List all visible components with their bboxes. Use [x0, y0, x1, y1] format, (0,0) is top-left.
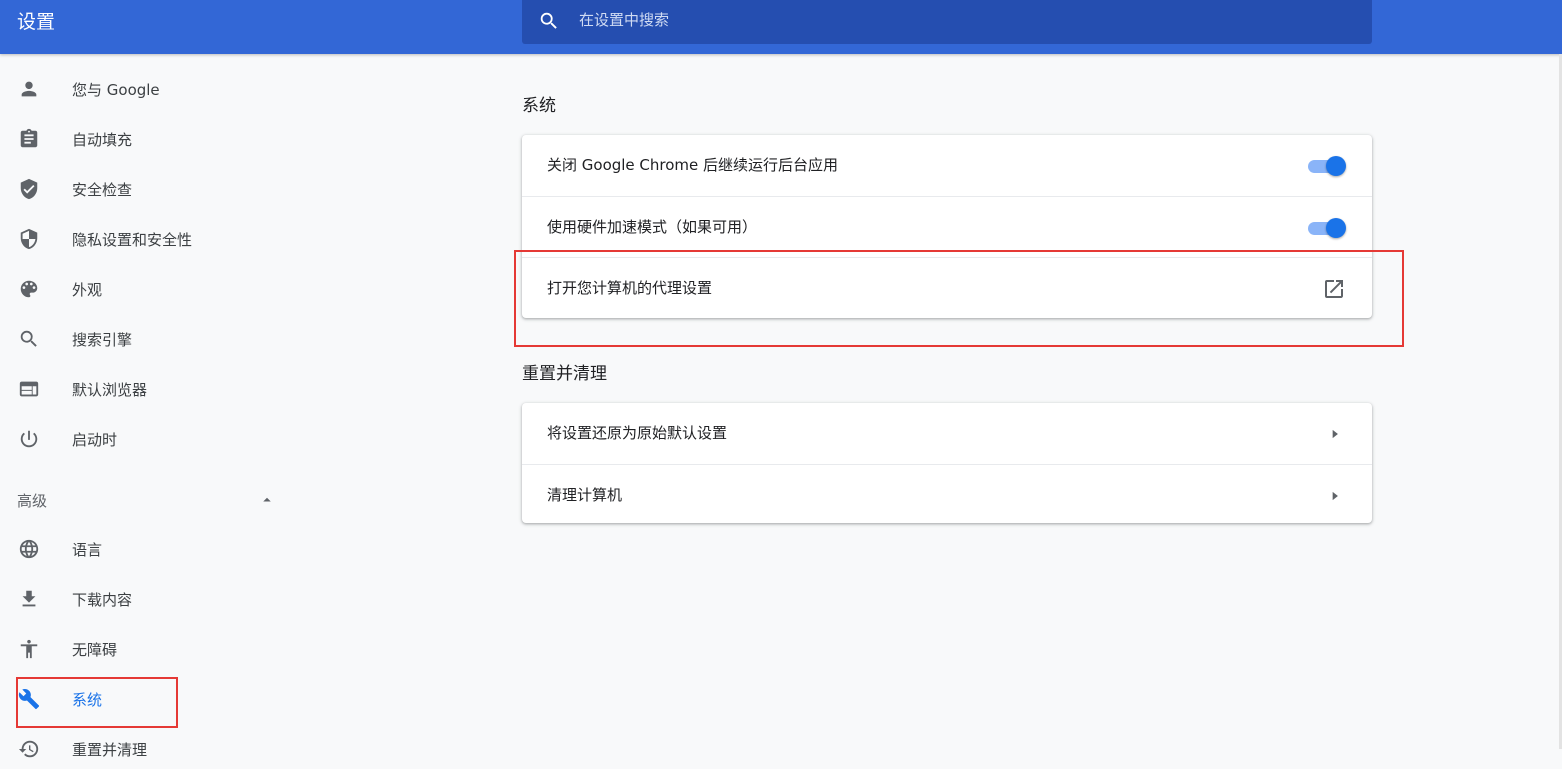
- sidebar-item-label: 外观: [72, 281, 103, 299]
- sidebar-item-label: 语言: [72, 541, 103, 559]
- sidebar-item-label: 无障碍: [72, 641, 118, 659]
- search-icon: [540, 12, 557, 29]
- proxy-settings-row[interactable]: 打开您计算机的代理设置: [522, 257, 1372, 319]
- sidebar-item-downloads[interactable]: 下载内容: [0, 579, 300, 619]
- sidebar-item-label: 系统: [72, 691, 103, 709]
- row-label: 关闭 Google Chrome 后继续运行后台应用: [547, 156, 839, 174]
- toolbar: 设置: [0, 0, 1562, 54]
- accessibility-icon: [20, 639, 38, 659]
- sidebar-item-label: 您与 Google: [72, 81, 160, 99]
- sidebar-item-safety-check[interactable]: 安全检查: [0, 169, 300, 209]
- sidebar-item-autofill[interactable]: 自动填充: [0, 119, 300, 159]
- row-label: 将设置还原为原始默认设置: [547, 424, 728, 442]
- wrench-icon: [18, 689, 40, 710]
- clipboard-icon: [20, 128, 38, 148]
- sidebar-item-search-engine[interactable]: 搜索引擎: [0, 319, 300, 359]
- arrow-right-icon: [1332, 429, 1338, 439]
- background-apps-row[interactable]: 关闭 Google Chrome 后继续运行后台应用: [522, 135, 1372, 196]
- palette-icon: [20, 280, 38, 298]
- sidebar-item-label: 启动时: [72, 431, 118, 449]
- sidebar-item-reset[interactable]: 重置并清理: [0, 729, 300, 769]
- cleanup-computer-row[interactable]: 清理计算机: [522, 464, 1372, 526]
- sidebar-item-you-and-google[interactable]: 您与 Google: [0, 69, 300, 109]
- hardware-acceleration-row[interactable]: 使用硬件加速模式（如果可用）: [522, 196, 1372, 258]
- advanced-section-label[interactable]: 高级: [17, 490, 47, 511]
- sidebar-item-appearance[interactable]: 外观: [0, 269, 300, 309]
- sidebar-item-languages[interactable]: 语言: [0, 529, 300, 569]
- search-box[interactable]: [522, 0, 1372, 44]
- sidebar-item-label: 搜索引擎: [72, 331, 133, 349]
- sidebar-item-label: 自动填充: [72, 131, 133, 149]
- open-in-new-icon[interactable]: [1322, 277, 1346, 301]
- search-input[interactable]: [579, 9, 1279, 31]
- sidebar-item-label: 下载内容: [72, 591, 133, 609]
- sidebar: 您与 Google 自动填充 安全检查 隐私设置和安全性 外观 搜索引擎 默认浏…: [0, 54, 300, 759]
- arrow-right-icon: [1332, 491, 1338, 501]
- caret-up-icon[interactable]: [258, 491, 276, 509]
- system-section-title: 系统: [522, 96, 556, 116]
- reset-icon: [18, 740, 39, 758]
- download-icon: [22, 590, 36, 607]
- reset-section-title: 重置并清理: [522, 364, 607, 384]
- search-icon: [20, 330, 37, 347]
- sidebar-item-label: 隐私设置和安全性: [72, 231, 193, 249]
- globe-icon: [19, 539, 39, 559]
- row-label: 清理计算机: [547, 486, 623, 504]
- sidebar-item-privacy[interactable]: 隐私设置和安全性: [0, 219, 300, 259]
- sidebar-item-default-browser[interactable]: 默认浏览器: [0, 369, 300, 409]
- power-icon: [20, 430, 38, 448]
- sidebar-item-label: 默认浏览器: [72, 381, 148, 399]
- sidebar-item-on-startup[interactable]: 启动时: [0, 419, 300, 459]
- browser-icon: [19, 381, 39, 397]
- system-card: 关闭 Google Chrome 后继续运行后台应用 使用硬件加速模式（如果可用…: [522, 135, 1372, 318]
- sidebar-item-label: 安全检查: [72, 181, 133, 199]
- row-label: 使用硬件加速模式（如果可用）: [547, 218, 758, 236]
- hardware-acceleration-toggle[interactable]: [1308, 217, 1346, 239]
- sidebar-item-accessibility[interactable]: 无障碍: [0, 629, 300, 669]
- background-apps-toggle[interactable]: [1308, 155, 1346, 177]
- sidebar-item-label: 重置并清理: [72, 741, 148, 759]
- shield-check-icon: [20, 178, 38, 200]
- reset-card: 将设置还原为原始默认设置 清理计算机: [522, 403, 1372, 523]
- sidebar-item-system[interactable]: 系统: [0, 679, 300, 719]
- page-title: 设置: [17, 11, 56, 33]
- restore-defaults-row[interactable]: 将设置还原为原始默认设置: [522, 403, 1372, 464]
- shield-icon: [20, 228, 38, 250]
- row-label: 打开您计算机的代理设置: [547, 279, 713, 297]
- person-icon: [21, 81, 37, 97]
